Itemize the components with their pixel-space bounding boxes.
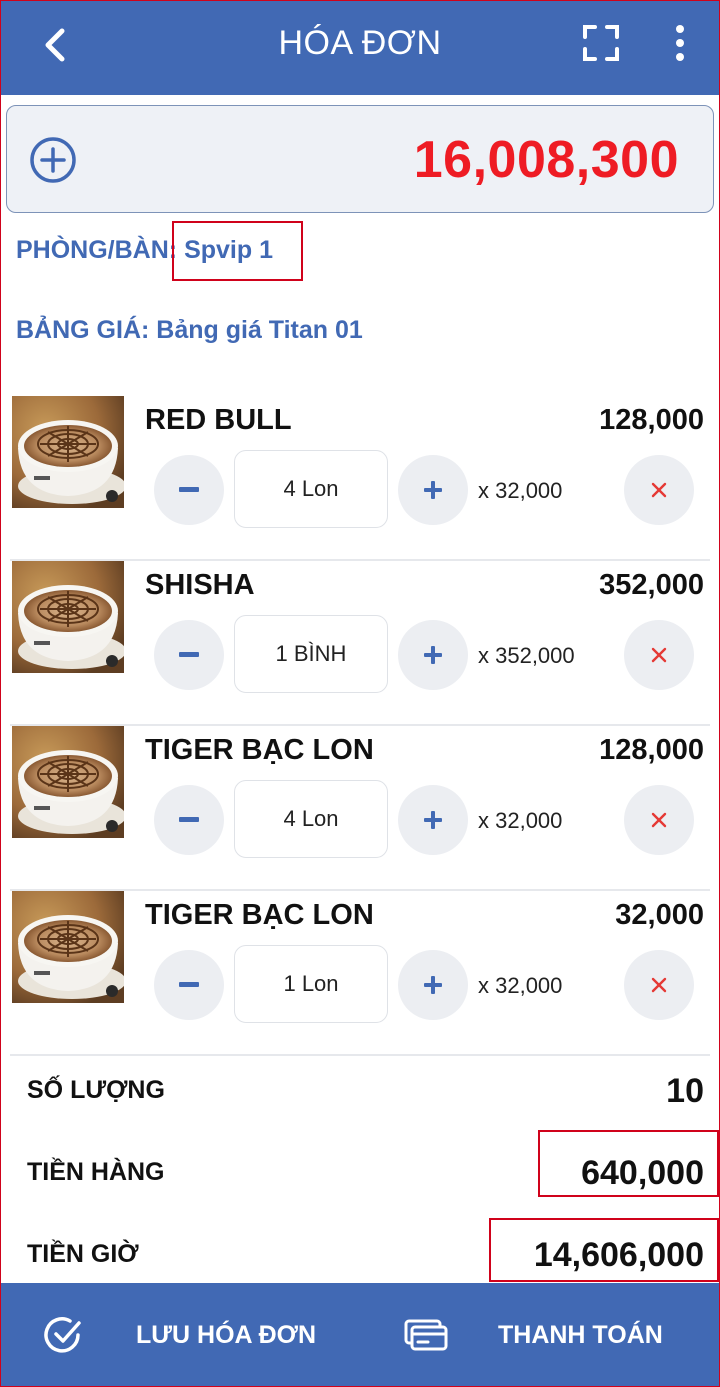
item-line-total: 128,000 [599,734,704,766]
quantity-input[interactable]: 4 Lon [234,450,388,528]
plus-icon [424,481,442,499]
more-vertical-icon [676,25,684,61]
quantity-value: 1 BÌNH [275,641,347,666]
item-name: SHISHA [145,569,255,601]
quantity-input[interactable]: 4 Lon [234,780,388,858]
item-thumbnail [12,726,124,838]
plus-icon [424,811,442,829]
remove-item-button[interactable] [624,455,694,525]
decrease-quantity-button[interactable] [154,785,224,855]
more-menu-button[interactable] [660,18,700,68]
order-total-card: 16,008,300 [6,105,714,213]
increase-quantity-button[interactable] [398,620,468,690]
remove-item-button[interactable] [624,785,694,855]
minus-icon [179,652,199,657]
item-name: TIGER BẠC LON [145,734,374,766]
quantity-label: SỐ LƯỢNG [27,1076,165,1104]
price-list-value: Bảng giá Titan 01 [156,316,363,344]
price-list-label: BẢNG GIÁ: [16,316,150,344]
order-item-row: TIGER BẠC LON 32,000 1 Lon x 32,000 [0,891,720,1056]
app-header: HÓA ĐƠN [0,0,720,95]
item-thumbnail [12,561,124,673]
add-item-button[interactable] [29,136,77,184]
fullscreen-scan-icon [583,25,619,61]
item-unit-price: x 32,000 [478,973,563,998]
check-circle-icon [44,1317,81,1353]
item-divider [10,1054,710,1056]
time-amount-highlight-box [489,1218,719,1282]
goods-amount-label: TIỀN HÀNG [27,1158,165,1186]
item-thumbnail [12,891,124,1003]
item-name: RED BULL [145,404,292,436]
quantity-input[interactable]: 1 Lon [234,945,388,1023]
item-unit-price: x 32,000 [478,478,563,503]
close-icon [651,812,667,828]
pay-button[interactable]: THANH TOÁN [404,1283,704,1387]
minus-icon [179,982,199,987]
room-label: PHÒNG/BÀN: [16,236,178,264]
item-line-total: 32,000 [615,899,704,931]
close-icon [651,482,667,498]
pay-label: THANH TOÁN [498,1320,663,1349]
room-highlight-box [172,221,303,281]
plus-circle-icon [30,137,76,183]
item-name: TIGER BẠC LON [145,899,374,931]
minus-icon [179,487,199,492]
quantity-value: 1 Lon [283,971,339,996]
card-payment-icon [404,1319,448,1351]
save-invoice-label: LƯU HÓA ĐƠN [136,1320,317,1349]
item-unit-price: x 32,000 [478,808,563,833]
item-thumbnail [12,396,124,508]
quantity-value: 4 Lon [283,806,339,831]
plus-icon [424,976,442,994]
remove-item-button[interactable] [624,620,694,690]
time-amount-label: TIỀN GIỜ [27,1240,139,1268]
increase-quantity-button[interactable] [398,950,468,1020]
order-item-row: RED BULL 128,000 4 Lon x 32,000 [0,396,720,561]
close-icon [651,647,667,663]
increase-quantity-button[interactable] [398,785,468,855]
price-list-info[interactable]: BẢNG GIÁ: Bảng giá Titan 01 [16,316,363,345]
order-item-row: TIGER BẠC LON 128,000 4 Lon x 32,000 [0,726,720,891]
minus-icon [179,817,199,822]
quantity-input[interactable]: 1 BÌNH [234,615,388,693]
fullscreen-button[interactable] [576,18,626,68]
increase-quantity-button[interactable] [398,455,468,525]
remove-item-button[interactable] [624,950,694,1020]
decrease-quantity-button[interactable] [154,620,224,690]
item-line-total: 128,000 [599,404,704,436]
bottom-action-bar: LƯU HÓA ĐƠN THANH TOÁN [0,1283,720,1387]
decrease-quantity-button[interactable] [154,455,224,525]
quantity-value: 10 [666,1072,704,1110]
item-unit-price: x 352,000 [478,643,575,668]
plus-icon [424,646,442,664]
decrease-quantity-button[interactable] [154,950,224,1020]
goods-amount-highlight-box [538,1130,719,1197]
order-item-row: SHISHA 352,000 1 BÌNH x 352,000 [0,561,720,726]
close-icon [651,977,667,993]
save-invoice-button[interactable]: LƯU HÓA ĐƠN [44,1283,344,1387]
quantity-value: 4 Lon [283,476,339,501]
item-line-total: 352,000 [599,569,704,601]
order-total-amount: 16,008,300 [413,131,679,189]
